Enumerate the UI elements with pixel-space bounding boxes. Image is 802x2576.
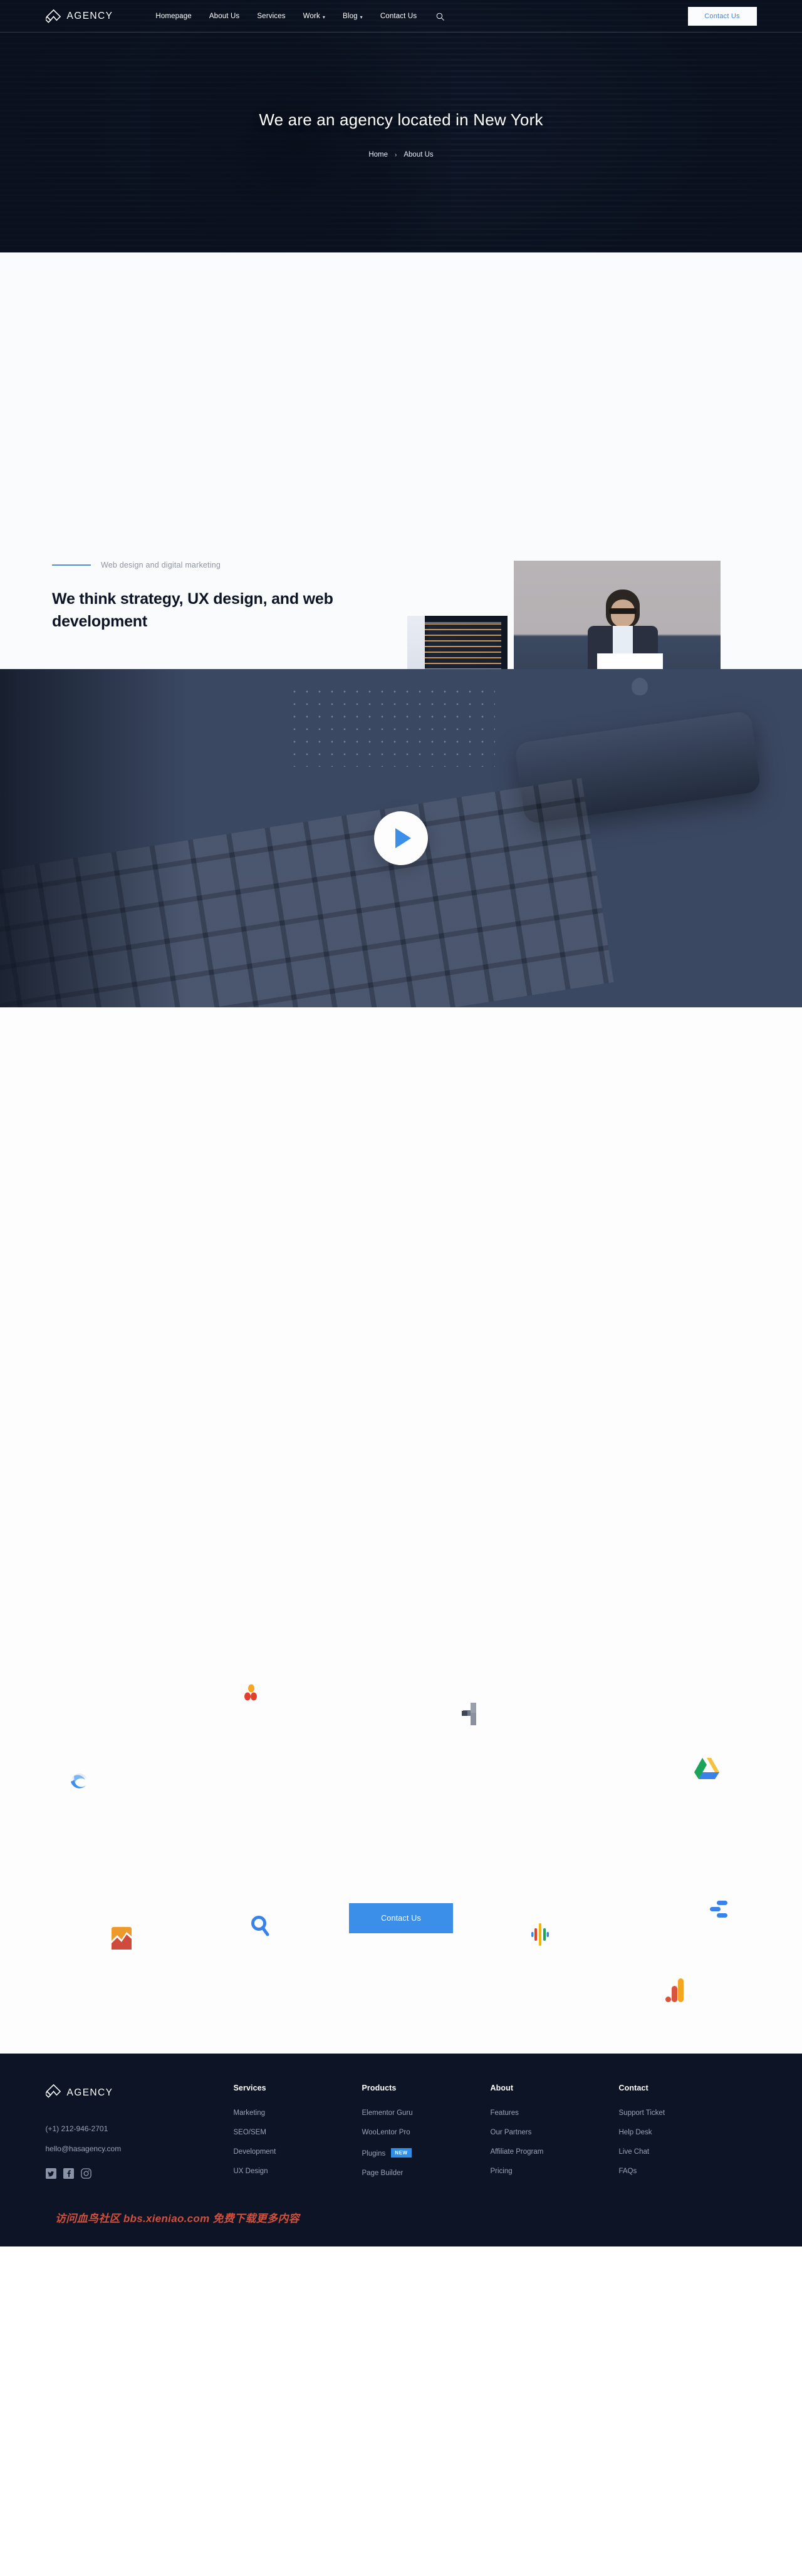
nav-label: About Us	[209, 13, 240, 20]
nav-item-homepage[interactable]: Homepage	[147, 13, 200, 20]
footer-email[interactable]: hello@hasagency.com	[46, 2144, 234, 2153]
nav-label: Services	[257, 13, 286, 20]
nav-item-contact-us[interactable]: Contact Us	[372, 13, 425, 20]
video-apple-logo-shape	[632, 678, 648, 695]
header-contact-button[interactable]: Contact Us	[687, 7, 757, 26]
google-tag-manager-icon[interactable]	[462, 1703, 483, 1728]
video-play-button[interactable]	[374, 811, 428, 865]
footer-logo-text: AGENCY	[66, 2087, 113, 2098]
google-ads-icon[interactable]	[241, 1683, 261, 1706]
footer-link[interactable]: Live Chat	[619, 2148, 747, 2156]
site-footer: AGENCY (+1) 212-946-2701 hello@hasagency…	[0, 2054, 802, 2246]
footer-link[interactable]: Elementor Guru	[362, 2109, 491, 2117]
eyebrow-rule	[52, 564, 91, 566]
partner-logos-section: Contact Us	[0, 1007, 802, 2054]
video-dot-grid	[288, 685, 495, 767]
footer-link[interactable]: Our Partners	[491, 2129, 619, 2136]
google-optimize-icon[interactable]	[531, 1923, 549, 1949]
footer-link[interactable]: Affiliate Program	[491, 2148, 619, 2156]
hero-content: We are an agency located in New York Hom…	[0, 0, 802, 252]
page-root: AGENCY Homepage About Us Services Work ▾ …	[0, 0, 802, 2246]
nav-label: Homepage	[155, 13, 192, 20]
google-analytics-360-icon[interactable]	[69, 1770, 90, 1795]
footer-link-plugins[interactable]: Plugins NEW	[362, 2148, 491, 2158]
google-surveys-icon[interactable]	[709, 1900, 728, 1922]
video-left-shadow	[0, 669, 188, 1007]
new-badge: NEW	[391, 2148, 412, 2158]
site-header: AGENCY Homepage About Us Services Work ▾ …	[0, 0, 802, 33]
footer-link[interactable]: Pricing	[491, 2168, 619, 2175]
google-drive-icon[interactable]	[694, 1758, 719, 1784]
watermark-text: 访问血鸟社区 bbs.xieniao.com 免费下载更多内容	[55, 2213, 299, 2225]
footer-link[interactable]: Support Ticket	[619, 2109, 747, 2117]
footer-column-products: Products Elementor Guru WooLentor Pro Pl…	[362, 2084, 491, 2189]
instagram-icon[interactable]	[80, 2168, 91, 2179]
google-analytics-icon[interactable]	[665, 1978, 684, 2005]
nav-item-blog[interactable]: Blog ▾	[334, 13, 372, 20]
footer-column-title: Services	[233, 2084, 266, 2092]
hero-section: AGENCY Homepage About Us Services Work ▾ …	[0, 0, 802, 252]
footer-link[interactable]: UX Design	[234, 2168, 362, 2175]
logo-diamond-icon	[44, 2084, 61, 2102]
footer-logo[interactable]: AGENCY	[44, 2084, 234, 2102]
nav-item-services[interactable]: Services	[248, 13, 294, 20]
play-icon	[395, 828, 411, 848]
footer-phone[interactable]: (+1) 212-946-2701	[46, 2124, 234, 2133]
footer-column-title: Products	[362, 2084, 397, 2092]
logos-contact-button[interactable]: Contact Us	[349, 1903, 453, 1933]
chevron-down-icon: ▾	[360, 14, 363, 20]
google-search-console-icon[interactable]	[251, 1916, 269, 1940]
footer-link[interactable]: Marketing	[234, 2109, 362, 2117]
page-title: We are an agency located in New York	[259, 110, 543, 129]
logo-diamond-icon	[44, 9, 61, 24]
nav-label: Contact Us	[380, 13, 417, 20]
search-icon[interactable]	[433, 9, 447, 23]
strategy-section: Web design and digital marketing We thin…	[0, 252, 802, 669]
eyebrow-label: Web design and digital marketing	[101, 561, 221, 569]
nav-label: Work	[303, 13, 320, 20]
footer-column-contact: Contact Support Ticket Help Desk Live Ch…	[619, 2084, 747, 2189]
chevron-right-icon: ›	[395, 151, 397, 158]
footer-column-services: Services Marketing SEO/SEM Development U…	[234, 2084, 362, 2189]
chevron-down-icon: ▾	[322, 14, 326, 20]
footer-link[interactable]: SEO/SEM	[234, 2129, 362, 2136]
breadcrumb: Home › About Us	[368, 151, 433, 158]
strategy-heading: We think strategy, UX design, and web de…	[52, 590, 333, 630]
primary-nav: Homepage About Us Services Work ▾ Blog ▾ C…	[147, 9, 447, 23]
logo-text: AGENCY	[66, 11, 113, 21]
strategy-image-collage	[407, 561, 758, 669]
footer-link[interactable]: Page Builder	[362, 2169, 491, 2177]
breadcrumb-current: About Us	[404, 151, 434, 158]
footer-link[interactable]: FAQs	[619, 2168, 747, 2175]
footer-link-label: Plugins	[362, 2150, 386, 2158]
collage-person-laptop-image	[514, 561, 721, 669]
footer-column-title: Contact	[618, 2084, 648, 2092]
site-logo[interactable]: AGENCY	[44, 9, 113, 24]
twitter-icon[interactable]	[45, 2168, 56, 2179]
footer-link[interactable]: Features	[491, 2109, 619, 2117]
footer-link[interactable]: WooLentor Pro	[362, 2129, 491, 2136]
footer-link[interactable]: Help Desk	[619, 2129, 747, 2136]
footer-link[interactable]: Development	[234, 2148, 362, 2156]
facebook-icon[interactable]	[63, 2168, 74, 2179]
collage-code-screen-image	[407, 616, 508, 669]
strategy-text-block: Web design and digital marketing We thin…	[52, 561, 378, 633]
video-section	[0, 669, 802, 1007]
footer-column-about: About Features Our Partners Affiliate Pr…	[491, 2084, 619, 2189]
breadcrumb-home[interactable]: Home	[368, 151, 388, 158]
nav-item-about-us[interactable]: About Us	[200, 13, 249, 20]
google-data-studio-icon[interactable]	[112, 1927, 132, 1953]
footer-brand-block: AGENCY (+1) 212-946-2701 hello@hasagency…	[44, 2084, 234, 2189]
footer-social-links	[45, 2168, 234, 2179]
nav-item-work[interactable]: Work ▾	[294, 13, 334, 20]
nav-label: Blog	[343, 13, 358, 20]
strategy-eyebrow: Web design and digital marketing	[52, 561, 378, 569]
footer-column-title: About	[490, 2084, 514, 2092]
